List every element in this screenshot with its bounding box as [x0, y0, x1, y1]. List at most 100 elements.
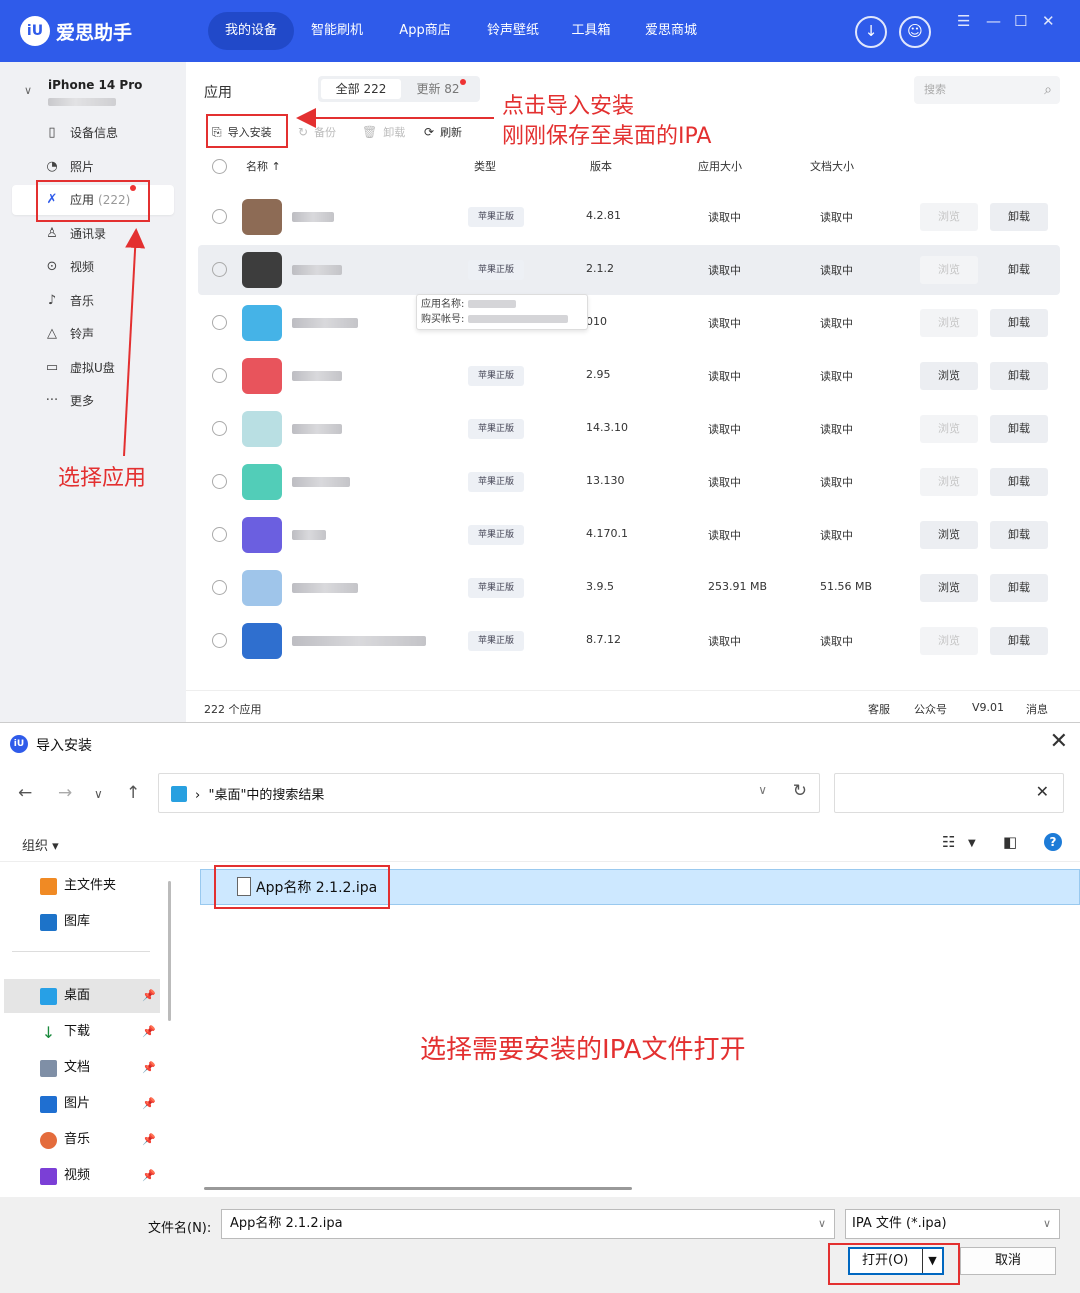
recent-dropdown-icon[interactable]: ∨	[94, 787, 103, 801]
view-options-icon[interactable]: ☷	[942, 833, 955, 851]
browse-button[interactable]: 浏览	[920, 203, 978, 231]
uninstall-button[interactable]: 卸载	[990, 309, 1048, 337]
row-radio[interactable]	[212, 421, 227, 436]
refresh-button[interactable]: ⟳ 刷新	[424, 120, 462, 144]
sidebar-item-contacts[interactable]: ♙ 通讯录	[12, 219, 174, 249]
nav-videos[interactable]: 视频 📌	[4, 1159, 160, 1193]
table-row[interactable]: 苹果正版 4.170.1 读取中 读取中 浏览 卸载	[198, 510, 1060, 560]
browse-button[interactable]: 浏览	[920, 468, 978, 496]
browse-button[interactable]: 浏览	[920, 256, 978, 284]
uninstall-button[interactable]: 卸载	[990, 203, 1048, 231]
app-name-blurred	[292, 265, 342, 275]
nav-my-device[interactable]: 我的设备	[208, 12, 294, 50]
table-row[interactable]: 苹果正版 2.95 读取中 读取中 浏览 卸载	[198, 351, 1060, 401]
maximize-icon[interactable]: ☐	[1014, 12, 1027, 30]
table-row[interactable]: 苹果正版 4.2.81 读取中 读取中 浏览 卸载	[198, 192, 1060, 242]
backup-button[interactable]: ↻ 备份	[298, 120, 336, 144]
uninstall-toolbar-button[interactable]: 🗑 卸载	[362, 120, 405, 144]
nav-ringtones[interactable]: 铃声壁纸	[474, 12, 552, 50]
nav-scrollbar[interactable]	[168, 881, 171, 1021]
chevron-down-icon[interactable]: ∨	[24, 84, 32, 97]
nav-toolbox[interactable]: 工具箱	[556, 12, 626, 50]
dialog-search-input[interactable]: ✕	[834, 773, 1064, 813]
address-bar[interactable]: › "桌面"中的搜索结果 ∨ ↻	[158, 773, 820, 813]
nav-downloads[interactable]: ↓ 下载 📌	[4, 1015, 160, 1049]
tab-update[interactable]: 更新 82	[406, 79, 476, 99]
uninstall-button[interactable]: 卸载	[990, 256, 1048, 284]
uninstall-button[interactable]: 卸载	[990, 574, 1048, 602]
table-row[interactable]: 苹果正版 3.9.5 253.91 MB 51.56 MB 浏览 卸载	[198, 563, 1060, 613]
user-icon[interactable]: ☺	[899, 16, 931, 48]
file-list-scrollbar[interactable]	[204, 1187, 632, 1190]
browse-button[interactable]: 浏览	[920, 415, 978, 443]
forward-arrow-icon[interactable]: →	[58, 783, 72, 803]
browse-button[interactable]: 浏览	[920, 627, 978, 655]
table-row[interactable]: 苹果正版 14.3.10 读取中 读取中 浏览 卸载	[198, 404, 1060, 454]
row-radio[interactable]	[212, 527, 227, 542]
wechat-link[interactable]: 公众号	[914, 701, 947, 717]
help-icon[interactable]: ?	[1044, 833, 1062, 851]
nav-music[interactable]: 音乐 📌	[4, 1123, 160, 1157]
preview-pane-icon[interactable]: ◧	[1003, 833, 1017, 851]
browse-button[interactable]: 浏览	[920, 521, 978, 549]
menu-icon[interactable]: ☰	[957, 12, 970, 30]
row-radio[interactable]	[212, 474, 227, 489]
license-tag: 苹果正版	[468, 631, 524, 651]
sidebar-item-music[interactable]: ♪ 音乐	[12, 286, 174, 316]
row-radio[interactable]	[212, 262, 227, 277]
table-row[interactable]: 010 读取中 读取中 浏览 卸载	[198, 298, 1060, 348]
sidebar-item-ringtone[interactable]: △ 铃声	[12, 319, 174, 349]
uninstall-button[interactable]: 卸载	[990, 415, 1048, 443]
row-radio[interactable]	[212, 633, 227, 648]
nav-gallery[interactable]: 图库	[4, 905, 160, 939]
table-row[interactable]: 苹果正版 8.7.12 读取中 读取中 浏览 卸载	[198, 616, 1060, 666]
chevron-down-icon[interactable]: ∨	[758, 783, 767, 797]
nav-documents[interactable]: 文档 📌	[4, 1051, 160, 1085]
sidebar-item-photos[interactable]: ◔ 照片	[12, 152, 174, 182]
row-radio[interactable]	[212, 580, 227, 595]
row-radio[interactable]	[212, 368, 227, 383]
service-link[interactable]: 客服	[868, 701, 890, 717]
view-dropdown-icon[interactable]: ▼	[968, 838, 976, 849]
tab-all[interactable]: 全部 222	[321, 79, 401, 99]
clear-search-icon[interactable]: ✕	[1036, 782, 1049, 801]
nav-home[interactable]: 主文件夹	[4, 869, 160, 903]
chevron-down-icon[interactable]: ∨	[818, 1210, 826, 1238]
row-radio[interactable]	[212, 315, 227, 330]
row-radio[interactable]	[212, 209, 227, 224]
nav-pictures[interactable]: 图片 📌	[4, 1087, 160, 1121]
nav-flash[interactable]: 智能刷机	[298, 12, 376, 50]
nav-app-store[interactable]: App商店	[386, 12, 464, 50]
minimize-icon[interactable]: —	[986, 12, 1001, 30]
col-name[interactable]: 名称 ↑	[246, 158, 281, 174]
up-arrow-icon[interactable]: ↑	[126, 783, 140, 803]
download-icon[interactable]: ↓	[855, 16, 887, 48]
browse-button[interactable]: 浏览	[920, 362, 978, 390]
dialog-close-icon[interactable]: ✕	[1050, 729, 1068, 754]
organize-menu[interactable]: 组织 ▾	[22, 835, 59, 854]
uninstall-button[interactable]: 卸载	[990, 468, 1048, 496]
browse-button[interactable]: 浏览	[920, 574, 978, 602]
search-input[interactable]: 搜索 ⌕	[914, 76, 1060, 104]
filename-input[interactable]: App名称 2.1.2.ipa ∨	[221, 1209, 835, 1239]
refresh-icon[interactable]: ↻	[793, 781, 807, 801]
uninstall-button[interactable]: 卸载	[990, 521, 1048, 549]
nav-desktop[interactable]: 桌面 📌	[4, 979, 160, 1013]
cancel-button[interactable]: 取消	[960, 1247, 1056, 1275]
table-row[interactable]: 苹果正版 2.1.2 读取中 读取中 浏览 卸载	[198, 245, 1060, 295]
back-arrow-icon[interactable]: ←	[18, 783, 32, 803]
table-row[interactable]: 苹果正版 13.130 读取中 读取中 浏览 卸载	[198, 457, 1060, 507]
app-size-cell: 读取中	[708, 635, 741, 648]
select-all-radio[interactable]	[212, 159, 227, 174]
messages-link[interactable]: 消息	[1026, 701, 1048, 717]
sidebar-item-usb[interactable]: ▭ 虚拟U盘	[12, 353, 174, 383]
nav-mall[interactable]: 爱思商城	[634, 12, 708, 50]
close-icon[interactable]: ✕	[1042, 12, 1055, 30]
browse-button[interactable]: 浏览	[920, 309, 978, 337]
sidebar-item-device-info[interactable]: ▯ 设备信息	[12, 118, 174, 148]
sidebar-item-video[interactable]: ⊙ 视频	[12, 252, 174, 282]
sidebar-item-more[interactable]: ··· 更多	[12, 386, 174, 416]
filetype-select[interactable]: IPA 文件 (*.ipa) ∨	[845, 1209, 1060, 1239]
uninstall-button[interactable]: 卸载	[990, 362, 1048, 390]
uninstall-button[interactable]: 卸载	[990, 627, 1048, 655]
